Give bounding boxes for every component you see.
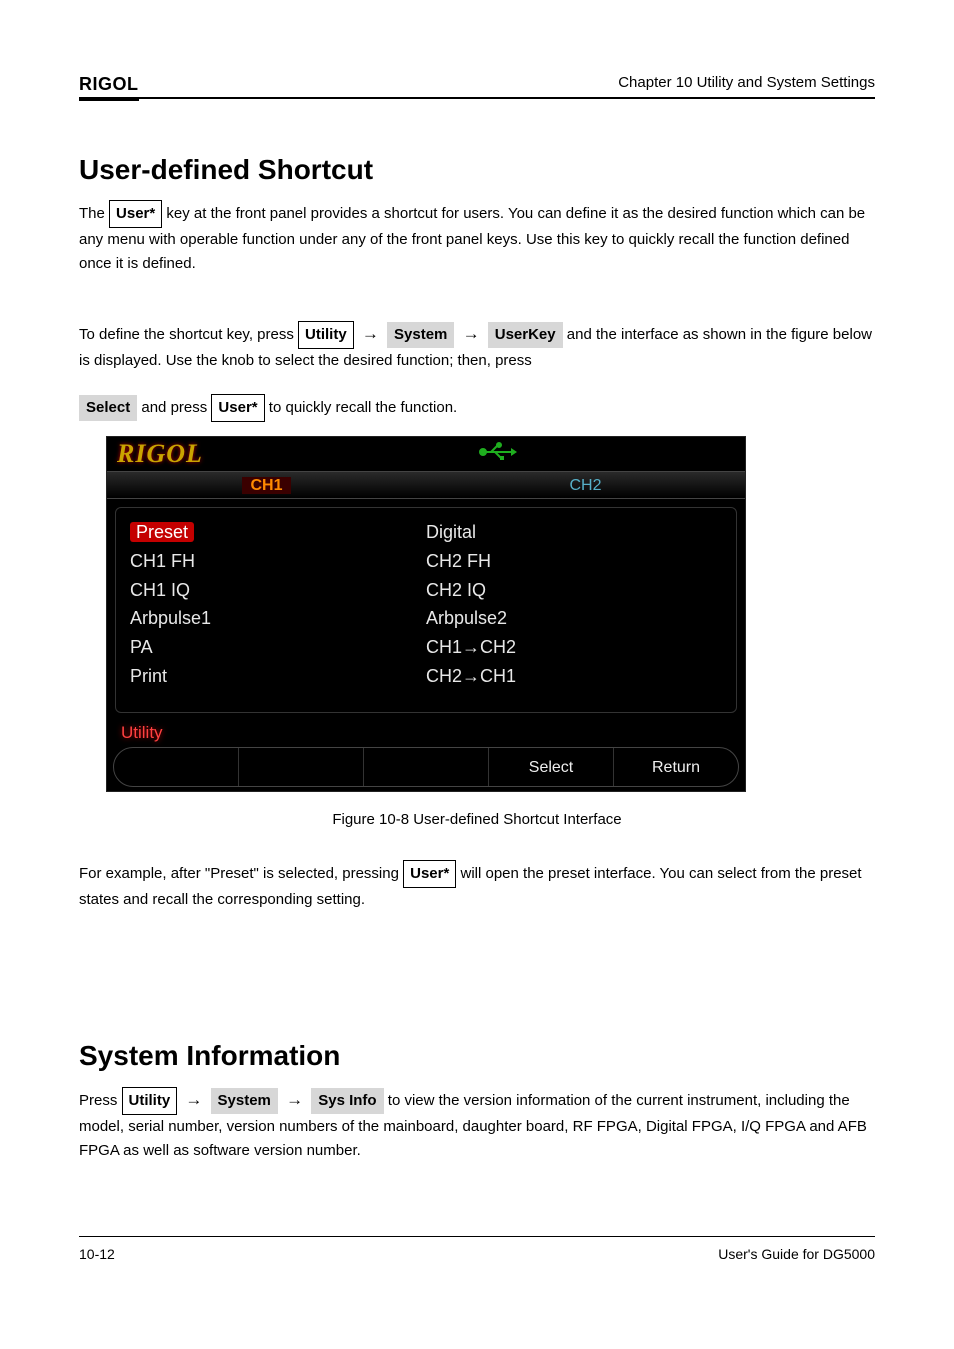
list-item[interactable]: Print [130, 662, 426, 691]
section-title-system-information: System Information [79, 1040, 340, 1072]
arrow-icon: → [459, 320, 484, 347]
device-utility-label: Utility [121, 723, 163, 743]
device-softkey-row: Select Return [113, 747, 739, 787]
text: and press [141, 399, 211, 416]
softkey-blank[interactable] [114, 748, 239, 786]
softkey-return[interactable]: Return [614, 748, 738, 786]
tab-ch1[interactable]: CH1 [107, 472, 426, 498]
list-item[interactable]: CH1 FH [130, 547, 426, 576]
arrow-icon: → [282, 1086, 307, 1113]
paragraph-5: Press Utility → System → Sys Info to vie… [79, 1086, 875, 1163]
device-tabbar: CH1 CH2 [107, 471, 745, 499]
text: Press [79, 1092, 122, 1109]
paragraph-1: The User* key at the front panel provide… [79, 200, 875, 276]
softkey-system: System [387, 322, 454, 348]
text: To define the shortcut key, press [79, 326, 298, 343]
footer-rule [79, 1236, 875, 1237]
list-item[interactable]: Digital [426, 518, 722, 547]
softkey-userkey: UserKey [488, 322, 563, 348]
list-item[interactable]: CH2 IQ [426, 576, 722, 605]
usb-icon [477, 441, 517, 469]
list-item[interactable]: CH1 IQ [130, 576, 426, 605]
list-item[interactable]: CH2→CH1 [426, 662, 722, 691]
list-item[interactable]: PA [130, 633, 426, 662]
softkey-system: System [211, 1088, 278, 1114]
softkey-select: Select [79, 395, 137, 421]
text: to quickly recall the function. [269, 399, 457, 416]
list-item[interactable]: Arbpulse2 [426, 604, 722, 633]
device-logo: RIGOL [107, 439, 203, 469]
text: key at the front panel provides a shortc… [79, 205, 865, 272]
key-utility: Utility [122, 1087, 178, 1115]
paragraph-4: For example, after "Preset" is selected,… [79, 860, 875, 912]
list-item[interactable]: CH2 FH [426, 547, 722, 576]
key-user-star: User* [109, 200, 162, 228]
softkey-blank[interactable] [239, 748, 364, 786]
text: The [79, 205, 109, 222]
text: For example, after "Preset" is selected,… [79, 865, 403, 882]
list-item[interactable]: Preset [130, 518, 426, 547]
key-user-star: User* [403, 860, 456, 888]
header-rule [79, 97, 875, 99]
figure-caption: Figure 10-8 User-defined Shortcut Interf… [79, 808, 875, 832]
device-topbar: RIGOL [107, 437, 745, 471]
key-user-star: User* [211, 394, 264, 422]
softkey-select[interactable]: Select [489, 748, 614, 786]
section-title-userdefined-shortcut: User-defined Shortcut [79, 154, 373, 186]
arrow-icon: → [181, 1086, 206, 1113]
device-screenshot: RIGOL CH1 CH2 [106, 436, 746, 792]
paragraph-2a: To define the shortcut key, press Utilit… [79, 320, 875, 373]
device-col2: Digital CH2 FH CH2 IQ Arbpulse2 CH1→CH2 … [426, 518, 722, 702]
key-utility: Utility [298, 321, 354, 349]
paragraph-2b: Select and press User* to quickly recall… [79, 394, 875, 422]
footer-text: User's Guide for DG5000 [718, 1246, 875, 1262]
selected-item: Preset [130, 522, 194, 542]
device-body: Preset CH1 FH CH1 IQ Arbpulse1 PA Print … [115, 507, 737, 713]
device-col1: Preset CH1 FH CH1 IQ Arbpulse1 PA Print [130, 518, 426, 702]
footer-page-number: 10-12 [79, 1246, 115, 1262]
list-item[interactable]: CH1→CH2 [426, 633, 722, 662]
softkey-blank[interactable] [364, 748, 489, 786]
tab-ch2[interactable]: CH2 [426, 472, 745, 498]
list-item[interactable]: Arbpulse1 [130, 604, 426, 633]
header-chapter: Chapter 10 Utility and System Settings [618, 74, 875, 91]
arrow-icon: → [358, 320, 383, 347]
softkey-sysinfo: Sys Info [311, 1088, 383, 1114]
